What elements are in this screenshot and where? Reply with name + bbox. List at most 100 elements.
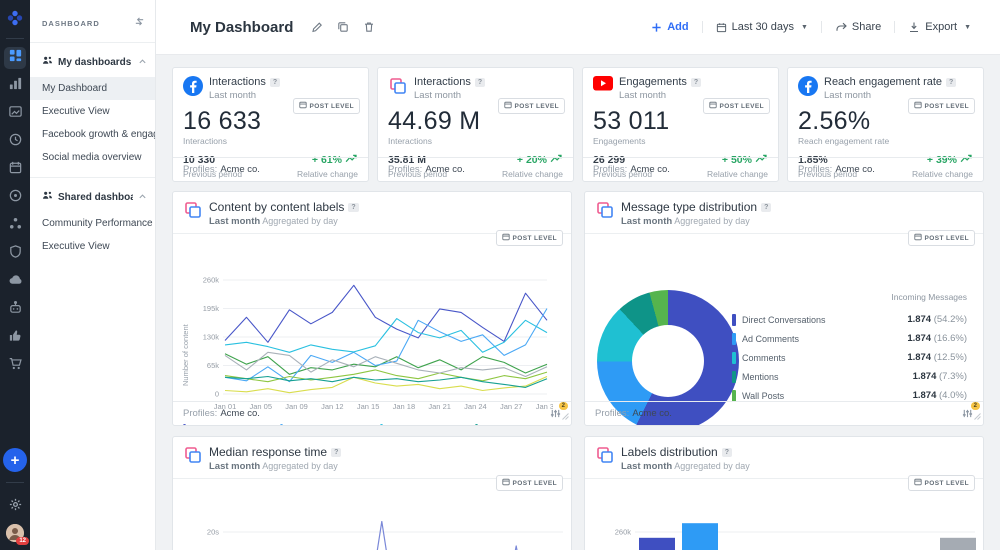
rail-item-community[interactable] [4, 187, 26, 209]
user-avatar[interactable]: 12 [6, 524, 29, 545]
influencers-icon [8, 328, 23, 348]
sidebar-groups: My dashboards My Dashboard Executive View F… [30, 43, 155, 258]
rail-divider-bottom [6, 482, 24, 483]
kpi-header-text: Interactions? Last month [209, 76, 281, 101]
help-tooltip-badge[interactable]: ? [946, 77, 957, 87]
post-icon [913, 101, 922, 111]
history-icon [8, 132, 23, 152]
sidebar-group-header[interactable]: Shared dashboards [30, 178, 155, 212]
multi-profile-icon [183, 445, 203, 472]
chart-aggregation: Aggregated by day [672, 461, 750, 471]
chevron-up-icon[interactable] [138, 188, 147, 206]
help-tooltip-badge[interactable]: ? [348, 202, 359, 212]
help-tooltip-badge[interactable]: ? [474, 77, 486, 87]
kpi-card: Engagements? Last month POST LEVEL 53 011 En… [582, 67, 779, 182]
rail-item-dashboards[interactable] [4, 47, 26, 69]
profiles-value: Acme co. [630, 164, 670, 175]
chart-card-message-type-distribution: Message type distribution? Last month Agg… [584, 191, 984, 426]
response-time-plot: 20s15s [207, 521, 563, 550]
kpi-title: Interactions [209, 76, 266, 88]
share-button[interactable]: Share [820, 21, 894, 33]
resize-handle-icon[interactable] [973, 412, 981, 423]
edit-dashboard-icon[interactable] [311, 21, 323, 33]
donut-legend-row[interactable]: Comments 1.874 (12.5%) [732, 348, 967, 367]
care-icon [8, 244, 23, 264]
chart-period: Last month Aggregated by day [621, 461, 750, 472]
settings-gear-icon[interactable] [4, 493, 26, 515]
sidebar-group-header[interactable]: My dashboards [30, 43, 155, 77]
donut-legend-row[interactable]: Direct Conversations 1.874 (54.2%) [732, 310, 967, 329]
legend-label: Direct Conversations [742, 314, 826, 325]
share-icon [836, 22, 847, 31]
rail-item-analytics[interactable] [4, 75, 26, 97]
donut-legend-row[interactable]: Mentions 1.874 (7.3%) [732, 367, 967, 386]
content-icon [8, 104, 23, 124]
duplicate-dashboard-icon[interactable] [337, 21, 349, 33]
notification-badge: 12 [16, 537, 29, 545]
help-tooltip-badge[interactable]: ? [269, 77, 281, 87]
rail-item-influencers[interactable] [4, 327, 26, 349]
sidebar-item-facebook-growth-engage[interactable]: Facebook growth & engage... [30, 123, 155, 146]
bar-chart-plot: 260k195k [615, 523, 976, 550]
chevron-up-icon[interactable] [138, 53, 147, 71]
help-tooltip-badge[interactable]: ? [331, 447, 342, 457]
delete-dashboard-icon[interactable] [363, 21, 375, 33]
rail-item-commerce[interactable] [4, 355, 26, 377]
legend-value: 1.874 (54.2%) [907, 314, 967, 325]
chart-aggregation: Aggregated by day [260, 461, 338, 471]
profiles-label: Profiles: [593, 164, 628, 175]
rail-bottom: + 12 [3, 448, 29, 550]
sidebar-item-social-media-overview[interactable]: Social media overview [30, 146, 155, 169]
rail-item-listening[interactable] [4, 271, 26, 293]
profiles-label: Profiles: [183, 408, 218, 419]
rail-item-audience[interactable] [4, 215, 26, 237]
chart-settings-badge: 2 [970, 402, 980, 410]
resize-handle-icon[interactable] [561, 412, 569, 423]
chart-settings-icon[interactable]: 2 [962, 402, 980, 419]
rail-item-bot[interactable] [4, 299, 26, 321]
chart-row-2: Median response time? Last month Aggregat… [172, 436, 984, 550]
chart-title: Labels distribution [621, 445, 718, 459]
chart-card-content-by-labels: Content by content labels? Last month Agg… [172, 191, 572, 426]
card-footer: Profiles: Acme co. [173, 157, 368, 181]
rail-item-history[interactable] [4, 131, 26, 153]
kpi-card: Interactions? Last month POST LEVEL 44.69 M… [377, 67, 574, 182]
post-level-label: POST LEVEL [309, 102, 354, 110]
profiles-label: Profiles: [798, 164, 833, 175]
help-tooltip-badge[interactable]: ? [761, 202, 772, 212]
card-footer: Profiles: Acme co. 2 [585, 401, 983, 425]
export-button[interactable]: Export ▼ [894, 21, 984, 33]
emplifi-logo-icon[interactable] [5, 8, 25, 28]
post-icon [503, 101, 512, 111]
sidebar-item-executive-view[interactable]: Executive View [30, 100, 155, 123]
sidebar-item-community-performance[interactable]: Community Performance [30, 212, 155, 235]
post-level-badge: POST LEVEL [497, 98, 565, 114]
people-icon [42, 53, 53, 71]
dashboards-icon [8, 48, 23, 68]
youtube-icon [593, 76, 613, 101]
add-widget-button[interactable]: Add [638, 21, 701, 33]
help-tooltip-badge[interactable]: ? [721, 447, 733, 457]
date-range-selector[interactable]: Last 30 days ▼ [701, 21, 821, 33]
post-icon [501, 233, 510, 243]
legend-marker [732, 351, 736, 364]
create-new-button[interactable]: + [3, 448, 27, 472]
rail-item-care[interactable] [4, 243, 26, 265]
chart-settings-icon[interactable]: 2 [550, 402, 568, 419]
collapse-sidebar-icon[interactable] [134, 14, 145, 32]
calendar-icon [716, 22, 726, 32]
legend-value: 1.874 (16.6%) [907, 333, 967, 344]
rail-item-publisher[interactable] [4, 159, 26, 181]
sidebar-item-my-dashboard[interactable]: My Dashboard [30, 77, 155, 100]
app-icon-rail: + 12 [0, 0, 30, 550]
kpi-card: Reach engagement rate? Last month POST LEV… [787, 67, 984, 182]
help-tooltip-badge[interactable]: ? [690, 77, 702, 87]
rail-item-content[interactable] [4, 103, 26, 125]
sidebar-item-executive-view[interactable]: Executive View [30, 235, 155, 258]
kpi-value-label: Interactions [183, 136, 227, 146]
donut-legend-row[interactable]: Ad Comments 1.874 (16.6%) [732, 329, 967, 348]
post-level-label: POST LEVEL [512, 234, 557, 242]
sidebar-group-label: My dashboards [58, 56, 132, 68]
y-axis-label: Number of content [181, 324, 190, 386]
profiles-label: Profiles: [595, 408, 630, 419]
